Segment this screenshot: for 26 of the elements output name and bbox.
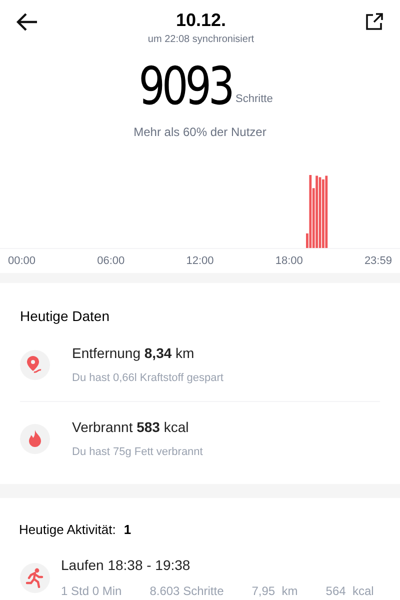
axis-label: 06:00	[97, 254, 125, 269]
activity-stat: 564 kcal	[326, 583, 374, 600]
activity-stat: 7,95 km	[252, 583, 298, 600]
axis-label: 12:00	[186, 254, 214, 269]
flame-icon	[27, 430, 43, 448]
share-icon[interactable]	[364, 12, 384, 32]
sync-status: um 22:08 synchronisiert	[148, 33, 254, 47]
stat-subtitle: Du hast 0,66l Kraftstoff gespart	[72, 371, 224, 386]
stat-title: Entfernung 8,34 km	[72, 344, 196, 364]
axis-label: 23:59	[364, 254, 392, 269]
stat-title: Verbrannt 583 kcal	[72, 418, 190, 438]
section-title: Heutige Aktivität:	[19, 520, 116, 539]
back-arrow-icon[interactable]	[16, 12, 38, 32]
section-title: Heutige Daten	[20, 308, 110, 324]
runner-icon	[26, 568, 44, 588]
activity-title: Laufen 18:38 - 19:38	[61, 556, 192, 575]
activity-stat: 1 Std 0 Min	[61, 583, 122, 600]
activity-stat: 8.603 Schritte	[150, 583, 224, 600]
stat-subtitle: Du hast 75g Fett verbrannt	[72, 445, 203, 460]
comparison-text: Mehr als 60% der Nutzer	[132, 124, 268, 141]
axis-label: 00:00	[8, 254, 36, 269]
date-title: 10.12.	[176, 9, 226, 32]
step-count: 9093	[138, 59, 232, 115]
steps-unit: Schritte	[236, 92, 273, 106]
axis-label: 18:00	[275, 254, 303, 269]
activity-count: 1	[124, 520, 132, 538]
